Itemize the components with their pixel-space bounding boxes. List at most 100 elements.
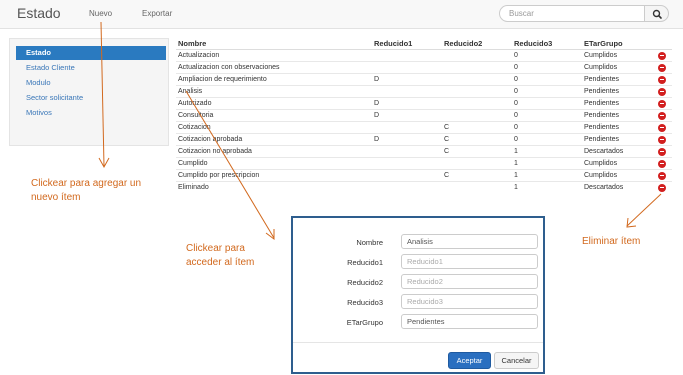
- cell-reducido3: 1: [512, 157, 582, 170]
- cell-reducido2: [442, 157, 512, 170]
- column-header-reducido2[interactable]: Reducido2: [442, 38, 512, 50]
- cell-reducido1: [372, 49, 442, 62]
- cell-reducido3: 0: [512, 73, 582, 86]
- cell-reducido3: 0: [512, 121, 582, 134]
- cell-reducido2: [442, 109, 512, 122]
- column-header-reducido1[interactable]: Reducido1: [372, 38, 442, 50]
- cell-reducido3: 1: [512, 169, 582, 182]
- field-label-reducido3: Reducido3: [347, 298, 383, 307]
- cell-reducido1: [372, 169, 442, 182]
- delete-icon[interactable]: [658, 159, 666, 168]
- column-header-reducido3[interactable]: Reducido3: [512, 38, 582, 50]
- table-row[interactable]: Actualizacion con observaciones 0 Cumplido…: [176, 61, 672, 74]
- cell-reducido3: 0: [512, 85, 582, 98]
- cell-nombre: Cotizacion aprobada: [176, 133, 372, 146]
- new-item-link[interactable]: Nuevo: [89, 9, 112, 18]
- table-row[interactable]: Cumplido 1 Cumplidos: [176, 157, 672, 170]
- search-group: [499, 5, 669, 22]
- etargrupo-field[interactable]: [401, 314, 538, 329]
- delete-icon[interactable]: [658, 51, 666, 60]
- cell-reducido1: D: [372, 109, 442, 122]
- cell-etargrupo: Cumplidos: [582, 157, 656, 170]
- table-row[interactable]: Cotizacion aprobada D C 0 Pendientes: [176, 133, 672, 146]
- table-row[interactable]: Analisis 0 Pendientes: [176, 85, 672, 98]
- sidebar: Estado Estado Cliente Modulo Sector soli…: [9, 38, 169, 146]
- sidebar-item-modulo[interactable]: Modulo: [16, 76, 166, 90]
- cell-nombre: Actualizacion con observaciones: [176, 61, 372, 74]
- reducido1-field[interactable]: [401, 254, 538, 269]
- delete-icon[interactable]: [658, 99, 666, 108]
- cell-etargrupo: Cumplidos: [582, 169, 656, 182]
- search-input[interactable]: [499, 5, 644, 22]
- delete-icon[interactable]: [658, 147, 666, 156]
- cancel-button[interactable]: Cancelar: [494, 352, 539, 369]
- edit-item-dialog: Nombre Reducido1 Reducido2 Reducido3 ETa…: [291, 216, 545, 374]
- column-header-nombre[interactable]: Nombre: [176, 38, 372, 50]
- cell-etargrupo: Pendientes: [582, 97, 656, 110]
- cell-etargrupo: Pendientes: [582, 109, 656, 122]
- cell-nombre: Ampliacion de requerimiento: [176, 73, 372, 86]
- cell-etargrupo: Pendientes: [582, 133, 656, 146]
- table-header-row: Nombre Reducido1 Reducido2 Reducido3 ETa…: [176, 38, 672, 50]
- sidebar-item-estado[interactable]: Estado: [16, 46, 166, 60]
- cell-reducido2: [442, 73, 512, 86]
- delete-icon[interactable]: [658, 63, 666, 72]
- field-label-reducido2: Reducido2: [347, 278, 383, 287]
- accept-button[interactable]: Aceptar: [448, 352, 491, 369]
- table-row[interactable]: Autorizado D 0 Pendientes: [176, 97, 672, 110]
- cell-reducido1: D: [372, 73, 442, 86]
- cell-nombre: Eliminado: [176, 181, 372, 193]
- cell-etargrupo: Pendientes: [582, 121, 656, 134]
- search-icon: [652, 9, 662, 19]
- cell-reducido3: 0: [512, 49, 582, 62]
- reducido3-field[interactable]: [401, 294, 538, 309]
- cell-reducido1: [372, 145, 442, 158]
- arrow-delete-item: [626, 193, 662, 227]
- items-table: Nombre Reducido1 Reducido2 Reducido3 ETa…: [176, 38, 672, 193]
- cell-etargrupo: Pendientes: [582, 73, 656, 86]
- sidebar-item-sector-solicitante[interactable]: Sector solicitante: [16, 91, 166, 105]
- export-link[interactable]: Exportar: [142, 9, 172, 18]
- field-label-etargrupo: ETarGrupo: [346, 318, 383, 327]
- cell-nombre: Autorizado: [176, 97, 372, 110]
- cell-reducido3: 0: [512, 61, 582, 74]
- delete-icon[interactable]: [658, 123, 666, 132]
- cell-reducido1: [372, 85, 442, 98]
- annotation-add-item: Clickear para agregar un nuevo ítem: [31, 178, 142, 203]
- delete-icon[interactable]: [658, 111, 666, 120]
- cell-reducido1: [372, 121, 442, 134]
- column-header-etargrupo[interactable]: ETarGrupo: [582, 38, 656, 50]
- cell-reducido2: [442, 49, 512, 62]
- delete-icon[interactable]: [658, 171, 666, 180]
- table-row[interactable]: Consultoria D 0 Pendientes: [176, 109, 672, 122]
- sidebar-item-estado-cliente[interactable]: Estado Cliente: [16, 61, 166, 75]
- cell-nombre: Actualizacion: [176, 49, 372, 62]
- cell-nombre: Consultoria: [176, 109, 372, 122]
- field-label-nombre: Nombre: [356, 238, 383, 247]
- delete-icon[interactable]: [658, 135, 666, 144]
- table-row[interactable]: Eliminado 1 Descartados: [176, 181, 672, 193]
- table-row[interactable]: Cumplido por prescripcion C 1 Cumplidos: [176, 169, 672, 182]
- cell-etargrupo: Descartados: [582, 181, 656, 193]
- field-label-reducido1: Reducido1: [347, 258, 383, 267]
- cell-reducido2: C: [442, 169, 512, 182]
- table-row[interactable]: Cotizacion no aprobada C 1 Descartados: [176, 145, 672, 158]
- top-navbar: Estado Nuevo Exportar: [0, 0, 683, 29]
- delete-icon[interactable]: [658, 87, 666, 96]
- app-brand[interactable]: Estado: [17, 5, 61, 21]
- cell-reducido3: 0: [512, 109, 582, 122]
- cell-reducido2: [442, 181, 512, 193]
- search-button[interactable]: [644, 5, 669, 22]
- table-row[interactable]: Cotizacion C 0 Pendientes: [176, 121, 672, 134]
- nombre-field[interactable]: [401, 234, 538, 249]
- table-row[interactable]: Actualizacion 0 Cumplidos: [176, 49, 672, 62]
- table-row[interactable]: Ampliacion de requerimiento D 0 Pendientes: [176, 73, 672, 86]
- reducido2-field[interactable]: [401, 274, 538, 289]
- column-header-actions: [656, 38, 672, 50]
- cell-reducido3: 0: [512, 97, 582, 110]
- delete-icon[interactable]: [658, 75, 666, 84]
- delete-icon[interactable]: [658, 183, 666, 192]
- sidebar-item-motivos[interactable]: Motivos: [16, 106, 166, 120]
- cell-reducido2: [442, 61, 512, 74]
- cell-reducido1: [372, 181, 442, 193]
